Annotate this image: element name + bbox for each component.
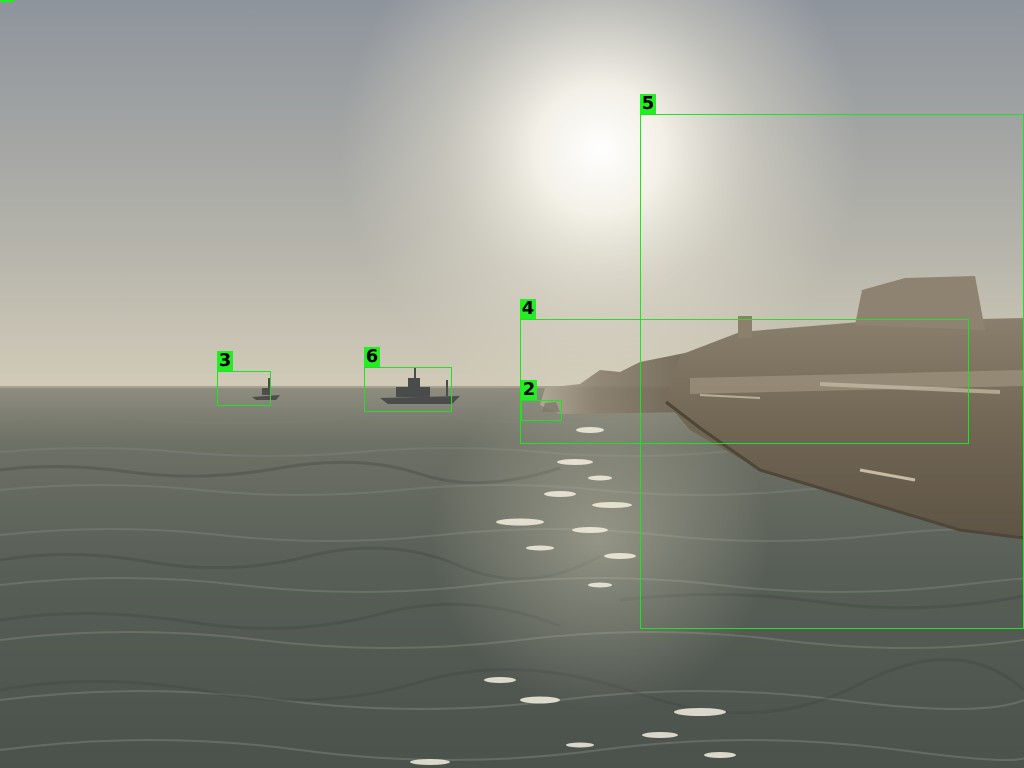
corner-marker [0, 0, 14, 2]
scene-image [0, 0, 1024, 768]
sea-scene: 2 3 4 5 6 [0, 0, 1024, 768]
